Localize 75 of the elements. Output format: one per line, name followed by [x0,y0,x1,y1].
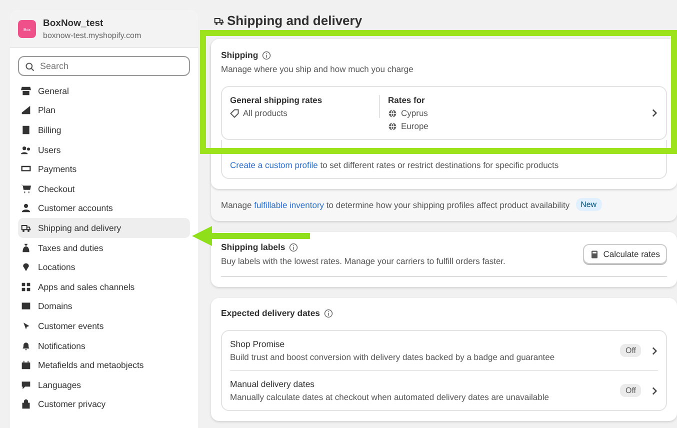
delivery-option-row[interactable]: Manual delivery dates Manually calculate dates at checkout when automated delivery dates are unavailable Off [230,371,658,410]
cursor-icon [21,320,31,331]
store-icon [21,86,31,96]
status-badge: Off [620,344,641,357]
chevron-right-icon [651,108,658,118]
delivery-option-row[interactable]: Shop Promise Build trust and boost conversion with delivery dates backed by a badge and guarantee Off [230,331,658,371]
option-description: Manually calculate dates at checkout when automated delivery dates are unavailable [230,392,550,402]
region-label: Cyprus [401,108,428,118]
sidebar-item[interactable]: General [18,81,190,101]
receipt-icon [21,124,31,135]
info-icon[interactable] [289,242,298,252]
page-title: Shipping and delivery [227,13,362,28]
custom-profile-text: Create a custom profile to set different rates or restrict destinations for specific products [230,160,559,170]
store-domain: boxnow-test.myshopify.com [43,31,142,40]
chevron-right-icon [651,386,658,396]
calculator-icon [590,250,600,258]
search-icon [25,62,35,72]
sidebar-item[interactable]: Metafields and metaobjects [18,355,190,375]
truck-icon [214,16,224,26]
sidebar-item[interactable]: Taxes and duties [18,238,190,258]
sidebar-item[interactable]: Plan [18,100,190,120]
fulfillable-inventory-link[interactable]: fulfillable inventory [254,200,324,210]
card-description: Buy labels with the lowest rates. Manage your carriers to fulfill orders faster. [221,256,506,266]
sidebar-item[interactable]: Payments [18,159,190,179]
pin-icon [21,262,31,272]
option-description: Build trust and boost conversion with delivery dates backed by a badge and guarantee [230,352,556,362]
people-icon [21,144,31,155]
sidebar-item[interactable]: Notifications [18,336,190,356]
chart-icon [21,105,31,116]
custom-profile-link[interactable]: Create a custom profile [230,160,318,170]
card-title: Shipping [221,50,258,60]
bell-icon [21,340,31,351]
status-badge: Off [620,384,641,397]
sidebar-item[interactable]: Customer privacy [18,394,190,414]
info-icon[interactable] [262,50,272,60]
cash-icon [21,164,31,174]
sidebar-item[interactable]: Locations [18,257,190,277]
person-icon [21,203,31,214]
card-description: Manage where you ship and how much you charge [221,64,414,74]
card-title: Expected delivery dates [221,308,320,318]
cart-icon [21,184,31,194]
new-badge: New [576,198,602,211]
inventory-text: Manage fulfillable inventory to determine how your shipping profiles affect product availability [221,200,570,210]
sidebar-item[interactable]: Users [18,140,190,160]
general-rates-row[interactable]: General shipping rates All products Rates for Cyprus Europe [221,86,667,140]
card-title: Shipping labels [221,242,286,252]
calendar-icon [21,360,31,370]
info-icon[interactable] [324,308,333,318]
browser-icon [21,301,31,312]
calculate-rates-button[interactable]: Calculate rates [583,244,667,264]
rates-for-label: Rates for [388,95,426,105]
sidebar-item[interactable]: Customer accounts [18,198,190,218]
tag-icon [230,108,239,118]
truck-icon [21,222,31,233]
sidebar-item[interactable]: Domains [18,296,190,316]
rates-title: General shipping rates [230,95,324,105]
globe-icon [388,122,397,130]
lock-icon [21,399,31,410]
store-name: BoxNow_test [43,18,104,29]
sidebar-item[interactable]: Customer events [18,316,190,336]
search-field[interactable]: Search [18,56,190,76]
products-label: All products [243,108,288,118]
chat-icon [21,380,31,390]
option-title: Manual delivery dates [230,379,316,389]
globe-icon [388,108,397,118]
sidebar-item[interactable]: Billing [18,120,190,140]
option-title: Shop Promise [230,339,286,349]
chevron-right-icon [651,346,658,356]
grid-icon [21,282,31,292]
bag-icon [21,242,31,253]
sidebar-item[interactable]: Checkout [18,178,190,199]
sidebar-item[interactable]: Shipping and delivery [18,218,190,238]
region-label: Europe [401,121,428,131]
sidebar-item[interactable]: Apps and sales channels [18,276,190,297]
sidebar-item[interactable]: Languages [18,374,190,394]
